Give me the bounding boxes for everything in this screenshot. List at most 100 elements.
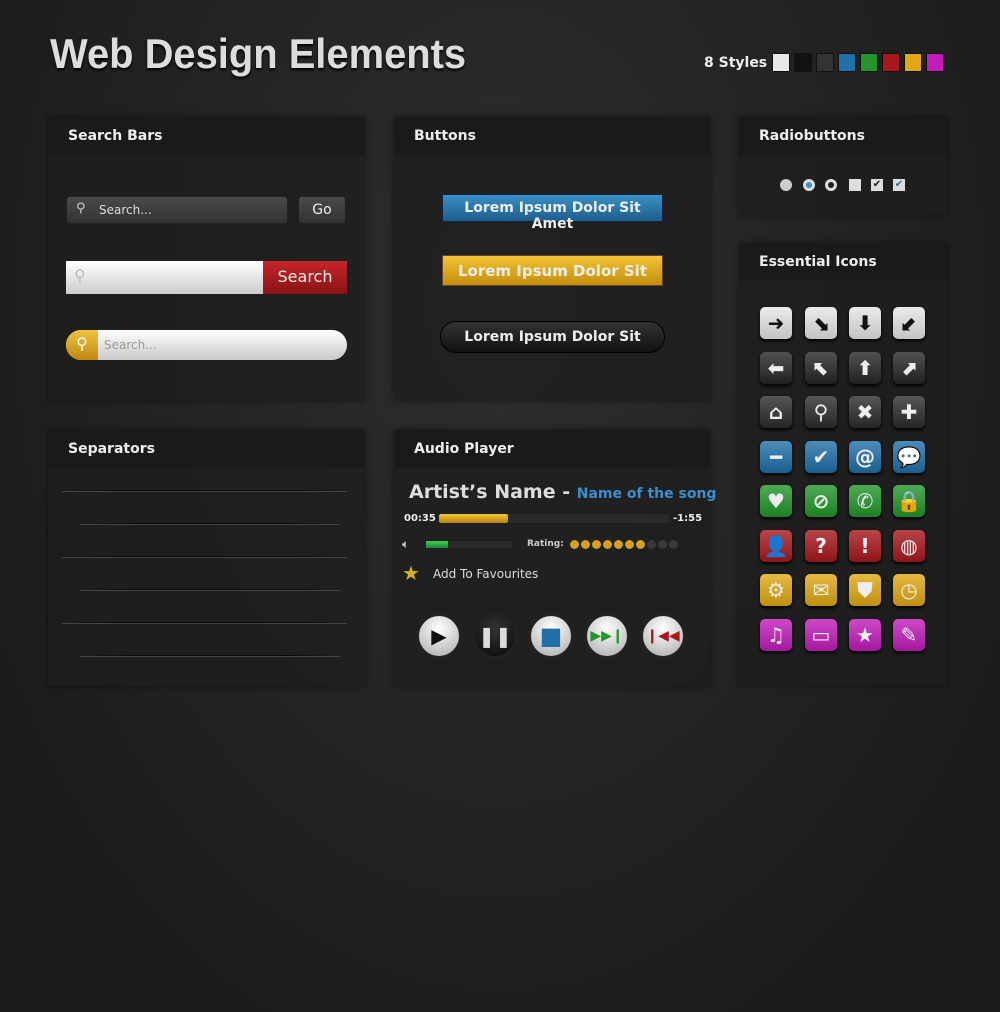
- add-to-favourites-link[interactable]: Add To Favourites: [433, 567, 538, 581]
- separator: [62, 490, 347, 492]
- style-swatch[interactable]: [926, 53, 944, 72]
- page-title: Web Design Elements: [50, 30, 467, 77]
- chat-icon[interactable]: 💬: [893, 440, 925, 473]
- rating-dot[interactable]: [636, 540, 645, 549]
- search-icon: ⚲: [76, 201, 86, 216]
- rating-dot[interactable]: [592, 540, 601, 549]
- yellow-button[interactable]: Lorem Ipsum Dolor Sit: [442, 255, 663, 286]
- volume-slider[interactable]: [426, 541, 512, 548]
- rating-dot[interactable]: [625, 540, 634, 549]
- block-icon[interactable]: ⊘: [805, 485, 837, 517]
- style-swatch[interactable]: [772, 53, 790, 72]
- radiobuttons-panel: Radiobuttons: [739, 117, 947, 215]
- blue-button[interactable]: Lorem Ipsum Dolor Sit Amet: [442, 194, 663, 232]
- pencil-icon[interactable]: ✎: [893, 618, 925, 651]
- rating-dot[interactable]: [603, 540, 612, 549]
- style-swatch[interactable]: [904, 53, 922, 72]
- home-icon[interactable]: ⌂: [760, 396, 792, 428]
- separator: [62, 622, 347, 624]
- rating-dot[interactable]: [570, 540, 579, 549]
- arrow-right-icon[interactable]: ➜: [760, 307, 792, 339]
- at-icon[interactable]: @: [849, 440, 881, 473]
- separator: [80, 655, 340, 657]
- heart-icon[interactable]: ♥: [760, 485, 792, 517]
- check-icon[interactable]: ✔: [805, 440, 837, 473]
- radio-checked-blue[interactable]: [803, 179, 815, 191]
- style-swatch[interactable]: [816, 53, 834, 72]
- play-button[interactable]: ▶: [416, 613, 462, 659]
- search-icon: ⚲: [74, 266, 86, 285]
- pause-button[interactable]: ❚❚: [472, 613, 518, 659]
- search-input-light[interactable]: [66, 261, 263, 294]
- arrow-down-icon[interactable]: ⬇: [849, 307, 881, 339]
- tv-icon[interactable]: ▭: [805, 618, 837, 651]
- rewind-button[interactable]: ❙◀◀: [640, 613, 686, 659]
- song-name: Name of the song: [576, 486, 717, 502]
- separator: [62, 556, 347, 558]
- rating-dot[interactable]: [658, 540, 667, 549]
- remaining-time: -1:55: [673, 513, 703, 524]
- search-input-rounded[interactable]: Search...: [66, 330, 347, 360]
- shield-icon[interactable]: ⛊: [849, 574, 881, 606]
- arrow-down-left-icon[interactable]: ⬋: [893, 307, 925, 339]
- panel-title: Essential Icons: [739, 243, 947, 281]
- radio-checked-dark[interactable]: [825, 179, 837, 191]
- dash: -: [562, 481, 571, 503]
- checkbox-checked-blue[interactable]: ✔: [893, 179, 905, 191]
- volume-icon[interactable]: 🔈︎: [402, 537, 409, 552]
- panel-title: Separators: [48, 430, 365, 468]
- placeholder: Search...: [99, 203, 152, 217]
- rating-dot[interactable]: [647, 540, 656, 549]
- arrow-up-left-icon[interactable]: ⬉: [805, 351, 837, 384]
- panel-title: Buttons: [394, 117, 710, 155]
- star-icon[interactable]: ★: [402, 561, 420, 585]
- checkbox-checked-dark[interactable]: ✔: [871, 179, 883, 191]
- gear-icon[interactable]: ⚙: [760, 574, 792, 606]
- style-swatch[interactable]: [838, 53, 856, 72]
- arrow-up-right-icon[interactable]: ⬈: [893, 351, 925, 384]
- globe-icon[interactable]: ◍: [893, 529, 925, 562]
- close-icon[interactable]: ✖: [849, 396, 881, 428]
- artist-name: Artist’s Name: [409, 481, 556, 503]
- arrow-left-icon[interactable]: ⬅: [760, 351, 792, 384]
- arrow-up-icon[interactable]: ⬆: [849, 351, 881, 384]
- styles-label: 8 Styles: [704, 55, 768, 71]
- star-icon[interactable]: ★: [849, 618, 881, 651]
- mail-icon[interactable]: ✉: [805, 574, 837, 606]
- panel-title: Search Bars: [48, 117, 365, 155]
- separators-panel: Separators: [48, 430, 365, 686]
- style-swatch[interactable]: [794, 53, 812, 72]
- progress-bar[interactable]: [439, 514, 669, 523]
- dark-button[interactable]: Lorem Ipsum Dolor Sit: [440, 321, 665, 353]
- search-button[interactable]: Search: [263, 261, 347, 294]
- search-icon[interactable]: ⚲: [805, 396, 837, 428]
- separator: [80, 523, 340, 525]
- panel-title: Audio Player: [394, 430, 710, 468]
- plus-icon[interactable]: ✚: [893, 396, 925, 428]
- rating-label: Rating:: [527, 539, 564, 549]
- elapsed-time: 00:35: [404, 513, 436, 524]
- search-input-dark[interactable]: Search...: [66, 196, 288, 224]
- minus-icon[interactable]: ━: [760, 440, 792, 473]
- exclamation-icon[interactable]: !: [849, 529, 881, 562]
- rating-dot[interactable]: [669, 540, 678, 549]
- style-swatch[interactable]: [882, 53, 900, 72]
- rating-stars[interactable]: [570, 540, 678, 549]
- forward-button[interactable]: ▶▶❙: [584, 613, 630, 659]
- placeholder: Search...: [104, 338, 157, 352]
- rating-dot[interactable]: [581, 540, 590, 549]
- lock-icon[interactable]: 🔒: [893, 485, 925, 517]
- radio-unchecked[interactable]: [780, 179, 792, 191]
- arrow-down-right-icon[interactable]: ⬊: [805, 307, 837, 339]
- rating-dot[interactable]: [614, 540, 623, 549]
- stop-button[interactable]: ■: [528, 613, 574, 659]
- checkbox-unchecked[interactable]: [849, 179, 861, 191]
- question-icon[interactable]: ?: [805, 529, 837, 562]
- go-button[interactable]: Go: [298, 196, 346, 224]
- search-icon: ⚲: [66, 330, 98, 360]
- clock-icon[interactable]: ◷: [893, 574, 925, 606]
- music-icon[interactable]: ♫: [760, 618, 792, 651]
- user-icon[interactable]: 👤: [760, 529, 792, 562]
- style-swatch[interactable]: [860, 53, 878, 72]
- phone-icon[interactable]: ✆: [849, 485, 881, 517]
